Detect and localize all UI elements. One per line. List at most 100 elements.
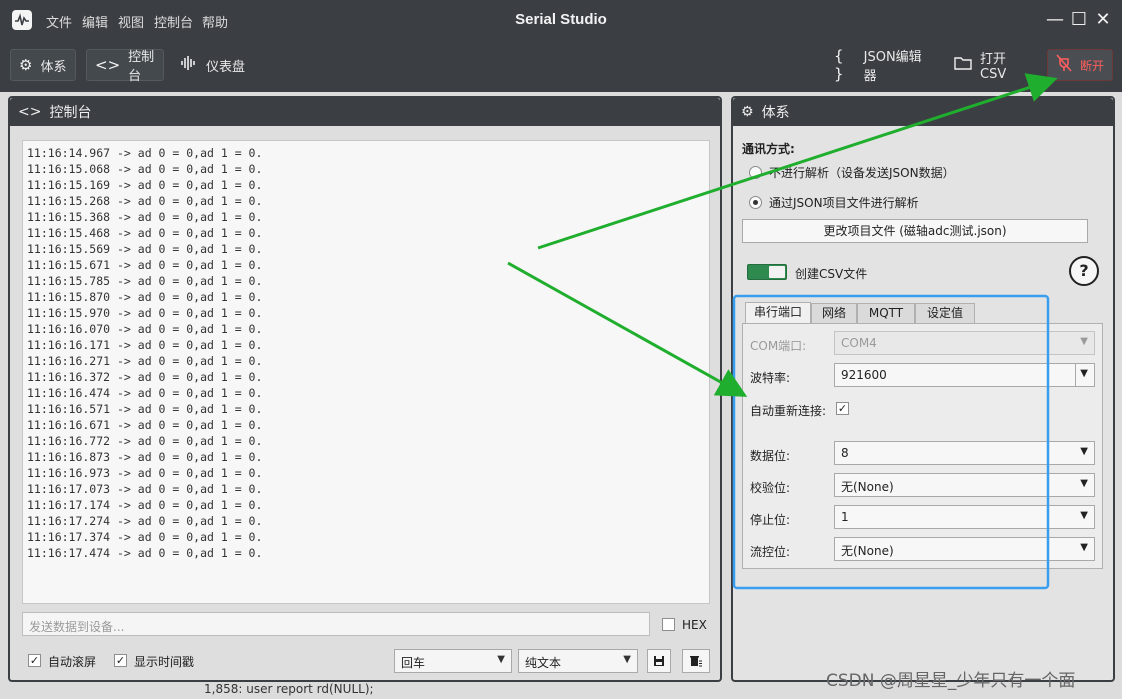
json-project-radio[interactable] [749,196,762,209]
chevron-down-icon: ▼ [1080,368,1088,379]
console-line: 11:16:15.970 -> ad 0 = 0,ad 1 = 0. [27,306,263,320]
comm-mode-label: 通讯方式: [742,142,795,156]
chevron-down-icon: ▼ [1080,510,1088,521]
autoscroll-label: 自动滚屏 [48,655,97,669]
setup-button-label: 体系 [40,59,67,75]
display-mode-select[interactable]: 纯文本 ▼ [518,649,638,673]
dashboard-button-label: 仪表盘 [206,59,246,75]
json-project-label: 通过JSON项目文件进行解析 [769,196,919,210]
console-line: 11:16:16.772 -> ad 0 = 0,ad 1 = 0. [27,434,263,448]
waveform-icon [180,55,198,75]
display-mode-value: 纯文本 [525,656,562,670]
parity-select[interactable]: 无(None) ▼ [834,473,1095,497]
console-line: 11:16:17.374 -> ad 0 = 0,ad 1 = 0. [27,530,263,544]
stop-bits-select[interactable]: 1 ▼ [834,505,1095,529]
tab-network[interactable]: 网络 [811,303,857,323]
chevron-down-icon: ▼ [623,654,631,665]
console-line: 11:16:15.468 -> ad 0 = 0,ad 1 = 0. [27,226,263,240]
console-output[interactable]: 11:16:14.967 -> ad 0 = 0,ad 1 = 0. 11:16:… [22,140,710,604]
open-csv-button[interactable]: 打开CSV [946,49,1038,82]
console-line: 11:16:16.973 -> ad 0 = 0,ad 1 = 0. [27,466,263,480]
folder-icon [954,56,972,74]
console-line: 11:16:16.873 -> ad 0 = 0,ad 1 = 0. [27,450,263,464]
line-ending-value: 回车 [401,656,426,670]
flow-control-value: 无(None) [841,544,894,558]
console-button[interactable]: <> 控制台 [86,49,164,84]
parity-label: 校验位: [750,481,791,495]
setup-panel-title: 体系 [761,105,790,121]
auto-reconnect-checkbox[interactable]: ✓ [836,402,849,415]
console-line: 11:16:17.174 -> ad 0 = 0,ad 1 = 0. [27,498,263,512]
setup-panel-header: ⚙ 体系 [733,98,1113,126]
create-csv-label: 创建CSV文件 [795,267,868,281]
disconnect-button[interactable]: 断开 [1047,49,1113,81]
baud-rate-value: 921600 [841,368,887,382]
console-line: 11:16:17.274 -> ad 0 = 0,ad 1 = 0. [27,514,263,528]
console-line: 11:16:15.569 -> ad 0 = 0,ad 1 = 0. [27,242,263,256]
console-line: 11:16:15.169 -> ad 0 = 0,ad 1 = 0. [27,178,263,192]
code-brackets-icon: <> [18,104,42,120]
com-port-label: COM端口: [750,339,807,353]
window-title: Serial Studio [515,11,607,28]
setup-panel: ⚙ 体系 通讯方式: 不进行解析（设备发送JSON数据） 通过JSON项目文件进… [731,96,1115,682]
setup-button[interactable]: ⚙ 体系 [10,49,76,81]
hex-label: HEX [682,618,707,632]
console-panel-header: <> 控制台 [10,98,720,126]
console-line: 11:16:16.571 -> ad 0 = 0,ad 1 = 0. [27,402,263,416]
console-panel: <> 控制台 11:16:14.967 -> ad 0 = 0,ad 1 = 0… [8,96,722,682]
hex-checkbox[interactable] [662,618,675,631]
chevron-down-icon: ▼ [1080,542,1088,553]
tab-mqtt[interactable]: MQTT [857,303,915,323]
data-bits-select[interactable]: 8 ▼ [834,441,1095,465]
chevron-down-icon: ▼ [1080,478,1088,489]
timestamp-checkbox[interactable]: ✓ [114,654,127,667]
gear-icon: ⚙ [741,104,754,120]
tab-settings[interactable]: 设定值 [915,303,975,323]
console-line: 11:16:16.070 -> ad 0 = 0,ad 1 = 0. [27,322,263,336]
flow-control-label: 流控位: [750,545,791,559]
console-line: 11:16:15.870 -> ad 0 = 0,ad 1 = 0. [27,290,263,304]
watermark: CSDN @周星星_少年只有一个面 [826,671,1076,691]
stop-bits-value: 1 [841,510,849,524]
create-csv-toggle[interactable] [747,264,787,280]
disconnect-button-label: 断开 [1080,58,1105,73]
console-line: 11:16:16.271 -> ad 0 = 0,ad 1 = 0. [27,354,263,368]
data-bits-value: 8 [841,446,849,460]
dashboard-button[interactable]: 仪表盘 [172,49,256,81]
json-editor-button[interactable]: { } JSON编辑器 [826,47,936,84]
stop-bits-label: 停止位: [750,513,791,527]
chevron-down-icon: ▼ [1080,446,1088,457]
console-line: 11:16:16.372 -> ad 0 = 0,ad 1 = 0. [27,370,263,384]
console-line: 11:16:17.073 -> ad 0 = 0,ad 1 = 0. [27,482,263,496]
code-brackets-icon: <> [95,56,121,74]
parity-value: 无(None) [841,480,894,494]
console-line: 11:16:15.068 -> ad 0 = 0,ad 1 = 0. [27,162,263,176]
change-project-button[interactable]: 更改项目文件 (磁轴adc测试.json) [742,219,1088,243]
com-port-select[interactable]: COM4 ▼ [834,331,1095,355]
console-line: 11:16:15.785 -> ad 0 = 0,ad 1 = 0. [27,274,263,288]
flow-control-select[interactable]: 无(None) ▼ [834,537,1095,561]
json-editor-button-label: JSON编辑器 [863,50,922,84]
console-line: 11:16:14.967 -> ad 0 = 0,ad 1 = 0. [27,146,263,160]
clear-console-button[interactable] [682,649,710,673]
close-button[interactable]: ✕ [1091,8,1115,32]
console-panel-title: 控制台 [49,105,92,121]
save-log-button[interactable] [647,649,671,673]
console-line: 11:16:16.171 -> ad 0 = 0,ad 1 = 0. [27,338,263,352]
tab-serial[interactable]: 串行端口 [745,302,811,323]
baud-rate-combobox[interactable]: 921600 ▼ [834,363,1095,387]
data-bits-label: 数据位: [750,449,791,463]
console-line: 11:16:16.474 -> ad 0 = 0,ad 1 = 0. [27,386,263,400]
minimize-button[interactable]: — [1043,8,1067,32]
auto-reconnect-label: 自动重新连接: [750,404,827,418]
send-data-input[interactable]: 发送数据到设备... [22,612,650,636]
console-button-label: 控制台 [128,50,155,84]
line-ending-select[interactable]: 回车 ▼ [394,649,512,673]
maximize-button[interactable]: ☐ [1067,8,1091,32]
console-line: 11:16:16.671 -> ad 0 = 0,ad 1 = 0. [27,418,263,432]
background-code-line: 1,858: user report rd(NULL); [204,682,374,696]
help-button[interactable]: ? [1069,256,1099,286]
no-parse-radio[interactable] [749,166,762,179]
chevron-down-icon: ▼ [1080,336,1088,347]
autoscroll-checkbox[interactable]: ✓ [28,654,41,667]
